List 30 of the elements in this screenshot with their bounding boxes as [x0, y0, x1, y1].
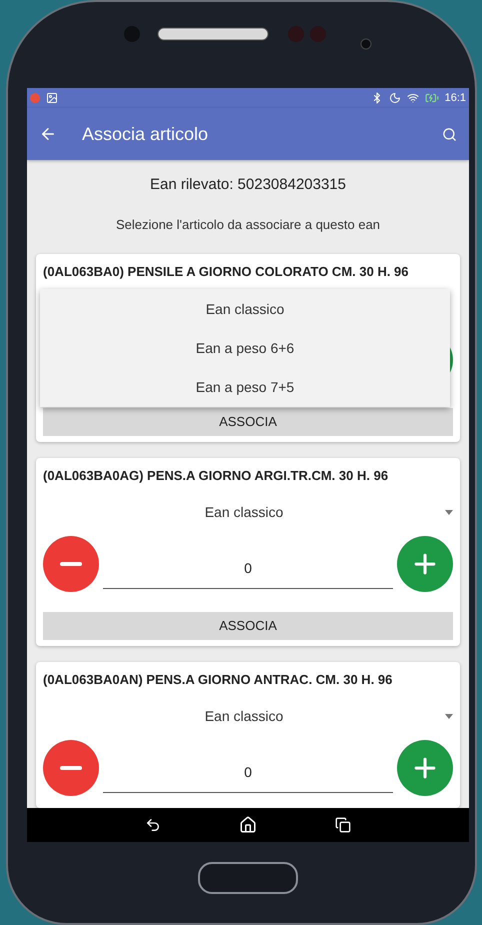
article-title: (0AL063BA0AG) PENS.A GIORNO ARGI.TR.CM. 30 H. 96: [43, 468, 390, 484]
moon-icon: [388, 92, 401, 104]
dropdown-option[interactable]: Ean a peso 7+5: [40, 368, 450, 406]
dropdown-caret-icon: [445, 510, 453, 514]
notification-icon: [30, 93, 40, 103]
instruction-text: Selezione l'articolo da associare a questo ean: [114, 216, 382, 234]
article-title: (0AL063BA0) PENSILE A GIORNO COLORATO CM. 30 H. 96: [43, 264, 410, 280]
image-icon: [46, 92, 58, 104]
minus-icon: [60, 766, 82, 770]
dropdown-option[interactable]: Ean classico: [40, 290, 450, 328]
dropdown-option[interactable]: Ean a peso 6+6: [40, 328, 450, 368]
quantity-field[interactable]: 0: [103, 753, 393, 793]
article-title: (0AL063BA0AN) PENS.A GIORNO ANTRAC. CM. 30 H. 96: [43, 672, 394, 688]
associate-button[interactable]: ASSOCIA: [43, 612, 453, 640]
home-button[interactable]: [198, 862, 298, 894]
app-bar-title: Associa articolo: [82, 122, 210, 146]
minus-icon: [60, 562, 82, 566]
home-nav-icon[interactable]: [239, 816, 257, 834]
back-icon[interactable]: [39, 125, 57, 143]
ean-type-dropdown[interactable]: Ean classico: [43, 698, 445, 734]
back-nav-icon[interactable]: [145, 817, 161, 833]
associate-button[interactable]: ASSOCIA: [43, 408, 453, 436]
dropdown-caret-icon: [445, 714, 453, 718]
battery-icon: [424, 91, 439, 105]
recents-nav-icon[interactable]: [335, 817, 351, 833]
ean-label: Ean rilevato: 5023084203315: [149, 175, 347, 195]
search-icon[interactable]: [442, 126, 457, 142]
status-time: 16:1: [444, 90, 466, 106]
ean-type-dropdown[interactable]: Ean classico: [43, 494, 445, 530]
quantity-field[interactable]: 0: [103, 549, 393, 589]
